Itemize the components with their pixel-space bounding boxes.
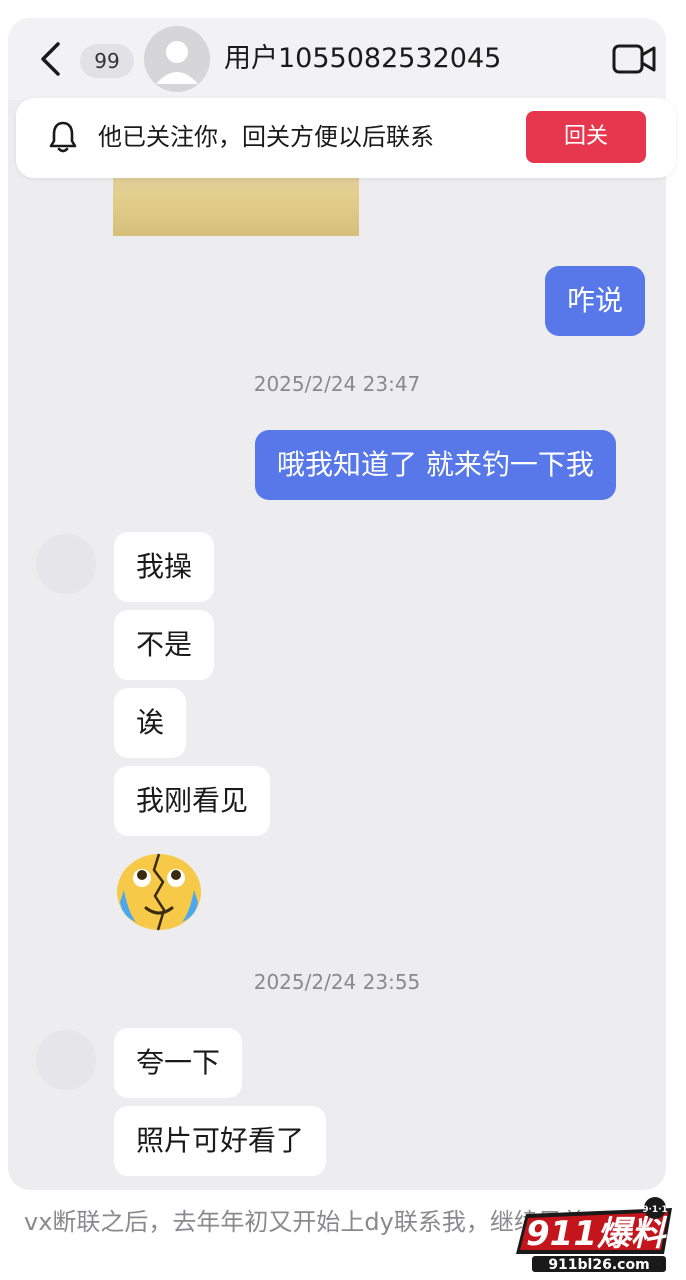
chat-header: 99 用户1055082532045 xyxy=(8,18,666,100)
message-bubble-incoming[interactable]: 诶 xyxy=(114,688,187,758)
default-avatar-icon xyxy=(156,41,198,84)
follow-back-button[interactable]: 回关 xyxy=(526,111,646,163)
video-camera-icon[interactable] xyxy=(612,42,656,76)
notice-text: 他已关注你，回关方便以后联系 xyxy=(98,123,434,151)
message-timestamp: 2025/2/24 23:47 xyxy=(253,372,421,396)
message-bubble-incoming[interactable]: 夸一下 xyxy=(114,1028,243,1098)
caption-text: vx断联之后，去年年初又开始上dy联系我，继续另着 xyxy=(24,1208,586,1236)
peer-avatar[interactable] xyxy=(36,534,96,594)
message-bubble-incoming[interactable]: 我操 xyxy=(114,532,215,602)
chevron-left-icon[interactable] xyxy=(36,40,66,78)
bell-icon xyxy=(49,121,77,153)
message-bubble-incoming[interactable]: 照片可好看了 xyxy=(114,1106,327,1176)
follow-back-notice: 他已关注你，回关方便以后联系 回关 xyxy=(16,98,676,178)
avatar[interactable] xyxy=(144,26,210,92)
watermark-brand: 911爆料网 xyxy=(526,1214,680,1254)
message-bubble-outgoing[interactable]: 哦我知道了 就来钓一下我 xyxy=(255,430,616,500)
watermark-logo: 911爆料网 9·1·1 911bl26.com xyxy=(516,1197,680,1273)
chat-username[interactable]: 用户1055082532045 xyxy=(224,40,501,78)
message-bubble-incoming[interactable]: 不是 xyxy=(114,610,215,680)
crying-broken-face-emoji[interactable] xyxy=(114,850,208,932)
watermark-url: 911bl26.com xyxy=(548,1257,649,1273)
message-bubble-outgoing[interactable]: 咋说 xyxy=(545,266,646,336)
watermark-badge: 9·1·1 xyxy=(642,1205,668,1215)
unread-badge[interactable]: 99 xyxy=(80,44,134,78)
peer-avatar[interactable] xyxy=(36,1030,96,1090)
message-bubble-incoming[interactable]: 我刚看见 xyxy=(114,766,271,836)
message-timestamp: 2025/2/24 23:55 xyxy=(253,970,421,994)
chat-screen: 99 用户1055082532045 咋说 2025/2/24 23:47 哦我… xyxy=(8,18,666,1190)
